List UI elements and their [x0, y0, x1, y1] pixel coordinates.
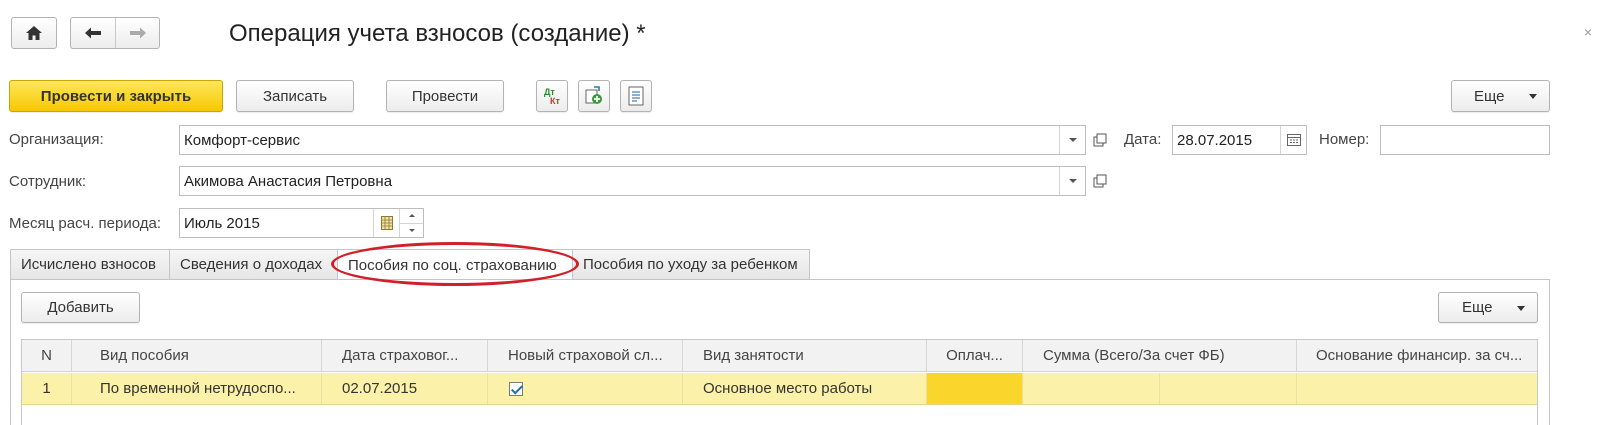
employee-dropdown-button[interactable] — [1059, 167, 1085, 195]
date-value: 28.07.2015 — [1177, 131, 1253, 149]
period-field[interactable]: Июль 2015 — [179, 208, 424, 238]
tab-contributions[interactable]: Исчислено взносов — [10, 249, 170, 279]
organization-field[interactable]: Комфорт-сервис — [179, 125, 1086, 155]
chevron-down-icon — [1068, 179, 1077, 183]
table-more-label: Еще — [1462, 299, 1493, 316]
forward-button[interactable] — [115, 18, 159, 48]
svg-text:Кт: Кт — [550, 96, 560, 106]
dropdown-arrow-icon — [1517, 306, 1525, 311]
cell-basis[interactable] — [1297, 373, 1537, 404]
save-button[interactable]: Записать — [236, 80, 354, 112]
post-and-close-button[interactable]: Провести и закрыть — [9, 80, 223, 112]
document-icon — [628, 86, 644, 106]
cell-benefit-kind[interactable]: По временной нетрудоспо... — [72, 373, 322, 404]
cell-employment[interactable]: Основное место работы — [683, 373, 927, 404]
create-based-on-button[interactable] — [578, 80, 610, 112]
close-icon[interactable]: × — [1584, 24, 1592, 40]
table-header: N Вид пособия Дата страховог... Новый ст… — [22, 340, 1537, 372]
open-window-icon — [1093, 174, 1107, 188]
column-header[interactable]: Сумма (Всего/За счет ФБ) — [1023, 340, 1297, 371]
cell-paid[interactable] — [927, 373, 1023, 404]
tab-income[interactable]: Сведения о доходах — [169, 249, 338, 279]
window-title: Операция учета взносов (создание) * — [229, 20, 646, 47]
home-button[interactable] — [12, 18, 56, 48]
back-button[interactable] — [71, 18, 115, 48]
period-value: Июль 2015 — [184, 214, 260, 232]
add-button[interactable]: Добавить — [21, 292, 140, 323]
arrow-right-icon — [129, 27, 146, 39]
organization-label: Организация: — [9, 131, 104, 148]
employee-field[interactable]: Акимова Анастасия Петровна — [179, 166, 1086, 196]
more-actions-label: Еще — [1474, 87, 1505, 105]
table-more-button[interactable]: Еще — [1438, 292, 1538, 323]
column-header[interactable]: Дата страховог... — [322, 340, 488, 371]
chevron-down-icon — [1068, 138, 1077, 142]
dt-kt-icon: Дт Кт — [544, 87, 560, 106]
organization-value: Комфорт-сервис — [184, 131, 300, 149]
cell-insurance-date[interactable]: 02.07.2015 — [322, 373, 488, 404]
table-row[interactable]: 1 По временной нетрудоспо... 02.07.2015 … — [22, 373, 1537, 405]
column-header[interactable]: Основание финансир. за сч... — [1297, 340, 1537, 371]
cell-sum-fb[interactable] — [1160, 373, 1297, 404]
number-field[interactable] — [1380, 125, 1550, 155]
organization-dropdown-button[interactable] — [1059, 126, 1085, 154]
spinner-down-icon[interactable] — [400, 224, 423, 238]
employee-value: Акимова Анастасия Петровна — [184, 172, 393, 190]
open-window-icon — [1093, 133, 1107, 147]
employee-open-button[interactable] — [1090, 171, 1110, 191]
home-icon — [26, 26, 42, 40]
arrow-left-icon — [85, 27, 101, 39]
period-select-button[interactable] — [373, 209, 399, 237]
dt-kt-button[interactable]: Дт Кт — [536, 80, 568, 112]
cell-number[interactable]: 1 — [22, 373, 72, 404]
number-label: Номер: — [1319, 131, 1370, 148]
column-header[interactable]: Вид занятости — [683, 340, 927, 371]
dropdown-arrow-icon — [1529, 94, 1537, 99]
column-header[interactable]: Вид пособия — [72, 340, 322, 371]
spinner-up-icon[interactable] — [400, 209, 423, 224]
more-actions-button[interactable]: Еще — [1451, 80, 1550, 112]
employee-label: Сотрудник: — [9, 173, 87, 190]
calendar-grid-icon — [380, 216, 393, 230]
history-nav-group — [70, 17, 160, 49]
post-button[interactable]: Провести — [386, 80, 504, 112]
column-header[interactable]: Оплач... — [927, 340, 1023, 371]
create-based-on-icon — [585, 86, 602, 104]
new-case-checkbox[interactable] — [509, 381, 523, 396]
cell-sum-total[interactable] — [1023, 373, 1160, 404]
annotation-oval — [331, 242, 579, 286]
date-label: Дата: — [1124, 131, 1162, 148]
home-nav-group — [11, 17, 57, 49]
column-header[interactable]: N — [22, 340, 72, 371]
tab-childcare-benefits[interactable]: Пособия по уходу за ребенком — [572, 249, 810, 279]
benefits-table: N Вид пособия Дата страховог... Новый ст… — [21, 339, 1538, 425]
cell-new-case[interactable] — [488, 373, 683, 404]
calendar-button[interactable] — [1280, 126, 1306, 154]
period-spinner[interactable] — [399, 209, 423, 237]
calendar-icon — [1286, 134, 1301, 146]
period-label: Месяц расч. периода: — [9, 215, 162, 232]
organization-open-button[interactable] — [1090, 130, 1110, 150]
report-button[interactable] — [620, 80, 652, 112]
date-field[interactable]: 28.07.2015 — [1172, 125, 1307, 155]
column-header[interactable]: Новый страховой сл... — [488, 340, 683, 371]
